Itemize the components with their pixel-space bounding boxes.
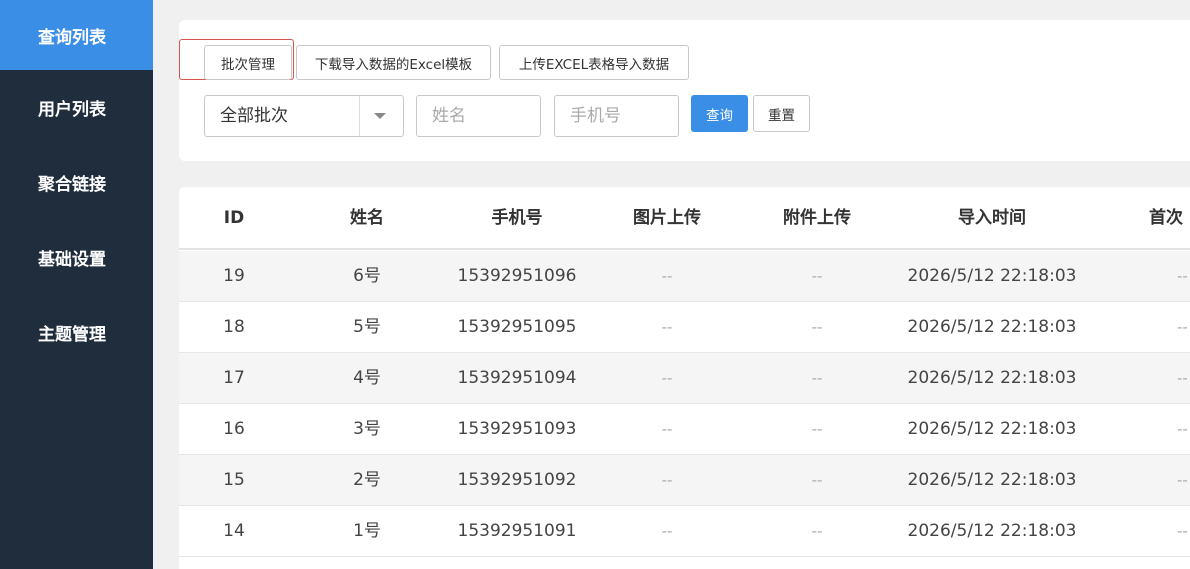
data-table: ID 姓名 手机号 图片上传 附件上传 导入时间 首次 19 6号 15392951… bbox=[179, 187, 1190, 569]
column-header-attachment-upload: 附件上传 bbox=[783, 208, 851, 228]
chevron-down-icon bbox=[374, 113, 386, 119]
cell-first: -- bbox=[1177, 522, 1188, 540]
cell-image-upload: -- bbox=[661, 318, 673, 336]
cell-import-time: 2026/5/12 22:18:03 bbox=[907, 521, 1077, 541]
sidebar-item-aggregate-links[interactable]: 聚合链接 bbox=[0, 145, 153, 220]
cell-phone: 15392951091 bbox=[457, 521, 577, 541]
cell-name: 4号 bbox=[353, 368, 381, 388]
sidebar-item-theme-management[interactable]: 主题管理 bbox=[0, 295, 153, 370]
cell-image-upload: -- bbox=[661, 420, 673, 438]
cell-phone: 15392951096 bbox=[457, 266, 577, 286]
table-row: 18 5号 15392951095 -- -- 2026/5/12 22:18:03 -- bbox=[179, 302, 1190, 353]
cell-first: -- bbox=[1177, 267, 1188, 285]
table-row: 16 3号 15392951093 -- -- 2026/5/12 22:18:03 -- bbox=[179, 404, 1190, 455]
cell-import-time: 2026/5/12 22:18:03 bbox=[907, 266, 1077, 286]
cell-image-upload: -- bbox=[661, 267, 673, 285]
cell-attachment-upload: -- bbox=[811, 420, 823, 438]
cell-first: -- bbox=[1177, 471, 1188, 489]
cell-image-upload: -- bbox=[661, 369, 673, 387]
cell-id: 15 bbox=[223, 470, 245, 490]
cell-id: 16 bbox=[223, 419, 245, 439]
cell-attachment-upload: -- bbox=[811, 318, 823, 336]
cell-phone: 15392951092 bbox=[457, 470, 577, 490]
name-input[interactable] bbox=[416, 95, 541, 137]
query-button[interactable]: 查询 bbox=[691, 95, 748, 132]
cell-attachment-upload: -- bbox=[811, 267, 823, 285]
cell-name: 6号 bbox=[353, 266, 381, 286]
cell-import-time: 2026/5/12 22:18:03 bbox=[907, 470, 1077, 490]
table-row: 19 6号 15392951096 -- -- 2026/5/12 22:18:03 -- bbox=[179, 251, 1190, 302]
cell-name: 3号 bbox=[353, 419, 381, 439]
column-header-id: ID bbox=[223, 208, 245, 228]
column-header-first: 首次 bbox=[1149, 208, 1183, 228]
cell-attachment-upload: -- bbox=[811, 471, 823, 489]
cell-import-time: 2026/5/12 22:18:03 bbox=[907, 368, 1077, 388]
batch-select-value: 全部批次 bbox=[220, 106, 288, 126]
cell-first: -- bbox=[1177, 369, 1188, 387]
cell-import-time: 2026/5/12 22:18:03 bbox=[907, 317, 1077, 337]
table-header: ID 姓名 手机号 图片上传 附件上传 导入时间 首次 bbox=[179, 187, 1190, 250]
table-row: 14 1号 15392951091 -- -- 2026/5/12 22:18:03 -- bbox=[179, 506, 1190, 557]
sidebar-item-basic-settings[interactable]: 基础设置 bbox=[0, 220, 153, 295]
cell-image-upload: -- bbox=[661, 522, 673, 540]
cell-first: -- bbox=[1177, 318, 1188, 336]
batch-manage-button[interactable]: 批次管理 bbox=[204, 45, 292, 80]
cell-name: 2号 bbox=[353, 470, 381, 490]
cell-attachment-upload: -- bbox=[811, 369, 823, 387]
reset-button[interactable]: 重置 bbox=[753, 95, 810, 132]
sidebar-item-query-list[interactable]: 查询列表 bbox=[0, 0, 153, 70]
batch-select[interactable]: 全部批次 bbox=[204, 95, 404, 137]
cell-name: 1号 bbox=[353, 521, 381, 541]
cell-id: 18 bbox=[223, 317, 245, 337]
column-header-import-time: 导入时间 bbox=[958, 208, 1026, 228]
cell-id: 14 bbox=[223, 521, 245, 541]
cell-phone: 15392951094 bbox=[457, 368, 577, 388]
sidebar: 查询列表 用户列表 聚合链接 基础设置 主题管理 bbox=[0, 0, 153, 569]
cell-name: 5号 bbox=[353, 317, 381, 337]
column-header-phone: 手机号 bbox=[491, 208, 543, 228]
upload-excel-button[interactable]: 上传EXCEL表格导入数据 bbox=[499, 45, 689, 80]
column-header-name: 姓名 bbox=[350, 208, 384, 228]
table-row: 15 2号 15392951092 -- -- 2026/5/12 22:18:03 -- bbox=[179, 455, 1190, 506]
cell-phone: 15392951095 bbox=[457, 317, 577, 337]
cell-id: 17 bbox=[223, 368, 245, 388]
download-template-button[interactable]: 下载导入数据的Excel模板 bbox=[296, 45, 491, 80]
sidebar-item-user-list[interactable]: 用户列表 bbox=[0, 70, 153, 145]
cell-image-upload: -- bbox=[661, 471, 673, 489]
main-content: 批次管理 下载导入数据的Excel模板 上传EXCEL表格导入数据 全部批次 查… bbox=[153, 0, 1190, 569]
select-divider bbox=[359, 96, 360, 136]
phone-input[interactable] bbox=[554, 95, 679, 137]
cell-phone: 15392951093 bbox=[457, 419, 577, 439]
filter-card: 批次管理 下载导入数据的Excel模板 上传EXCEL表格导入数据 全部批次 查… bbox=[179, 20, 1190, 161]
cell-import-time: 2026/5/12 22:18:03 bbox=[907, 419, 1077, 439]
column-header-image-upload: 图片上传 bbox=[633, 208, 701, 228]
cell-attachment-upload: -- bbox=[811, 522, 823, 540]
cell-first: -- bbox=[1177, 420, 1188, 438]
table-row: 17 4号 15392951094 -- -- 2026/5/12 22:18:03 -- bbox=[179, 353, 1190, 404]
cell-id: 19 bbox=[223, 266, 245, 286]
